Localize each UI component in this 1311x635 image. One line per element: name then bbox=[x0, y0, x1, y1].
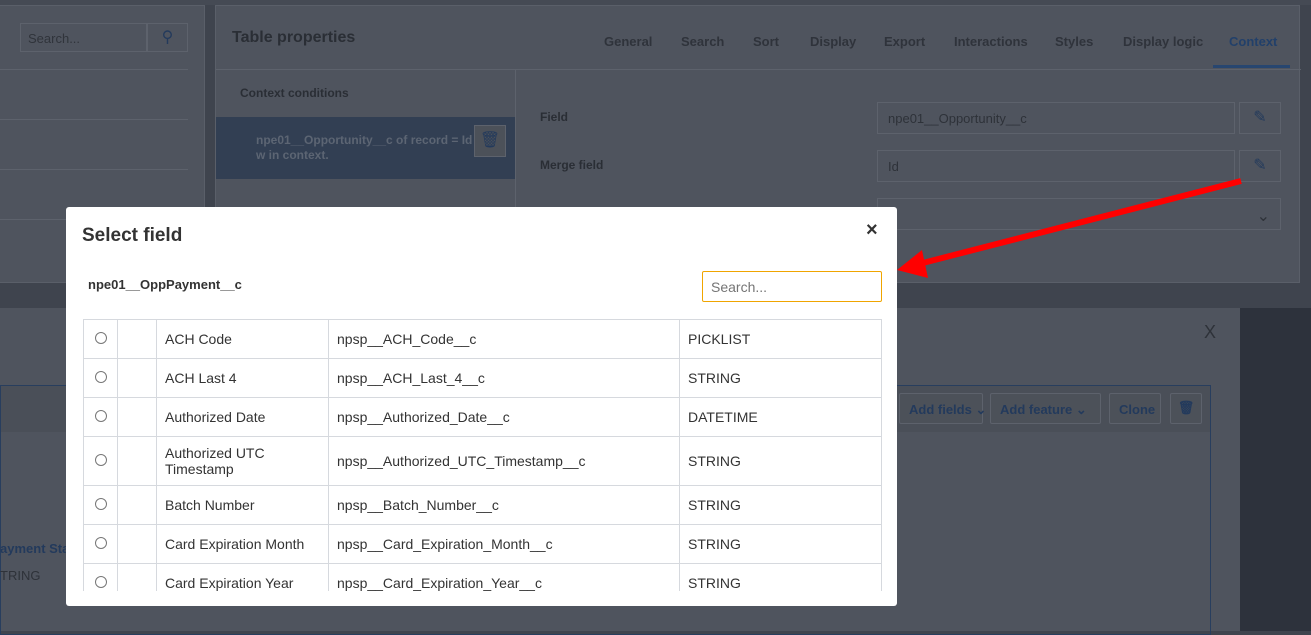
table-row[interactable]: Authorized UTC Timestamp npsp__Authorize… bbox=[83, 436, 882, 486]
column-label: ayment Sta bbox=[0, 541, 70, 556]
field-api-cell: npsp__ACH_Last_4__c bbox=[328, 358, 680, 398]
merge-field-label: Merge field bbox=[540, 158, 604, 172]
trash-icon[interactable]: 🗑 bbox=[474, 125, 506, 157]
empty-cell bbox=[117, 319, 157, 359]
tab-styles[interactable]: Styles bbox=[1055, 34, 1093, 49]
radio-button[interactable] bbox=[94, 454, 107, 466]
context-condition-item[interactable]: npe01__Opportunity__c of record = Id w i… bbox=[216, 117, 515, 179]
radio-button[interactable] bbox=[94, 576, 107, 588]
table-row[interactable]: Card Expiration Month npsp__Card_Expirat… bbox=[83, 524, 882, 564]
close-editor-button[interactable]: X bbox=[1204, 322, 1216, 343]
empty-cell bbox=[117, 436, 157, 486]
divider bbox=[0, 119, 188, 120]
tab-display-logic[interactable]: Display logic bbox=[1123, 34, 1203, 49]
radio-button[interactable] bbox=[94, 537, 107, 549]
field-label-cell: ACH Last 4 bbox=[156, 358, 329, 398]
add-feature-button[interactable]: Add feature ⌄ bbox=[990, 393, 1101, 424]
empty-cell bbox=[117, 397, 157, 437]
field-type-cell: STRING bbox=[679, 485, 882, 525]
field-type-cell: STRING bbox=[679, 358, 882, 398]
tab-interactions[interactable]: Interactions bbox=[954, 34, 1028, 49]
select-cell[interactable] bbox=[83, 485, 118, 525]
select-cell[interactable] bbox=[83, 436, 118, 486]
condition-text: npe01__Opportunity__c of record = Id w i… bbox=[256, 133, 473, 162]
empty-cell bbox=[117, 524, 157, 564]
close-icon[interactable]: × bbox=[866, 219, 878, 242]
field-api-cell: npsp__Authorized_UTC_Timestamp__c bbox=[328, 436, 680, 486]
column-type: TRING bbox=[0, 568, 41, 583]
select-cell[interactable] bbox=[83, 358, 118, 398]
radio-button[interactable] bbox=[94, 371, 107, 383]
active-tab-indicator bbox=[1213, 65, 1290, 68]
tab-general[interactable]: General bbox=[604, 34, 652, 49]
select-field-modal: Select field × npe01__OppPayment__c ACH … bbox=[66, 207, 897, 606]
field-type-cell: STRING bbox=[679, 563, 882, 591]
field-api-cell: npsp__ACH_Code__c bbox=[328, 319, 680, 359]
tab-sort[interactable]: Sort bbox=[753, 34, 779, 49]
select-cell[interactable] bbox=[83, 319, 118, 359]
search-icon[interactable]: ⚲ bbox=[147, 23, 188, 52]
field-label-cell: Batch Number bbox=[156, 485, 329, 525]
empty-cell bbox=[117, 485, 157, 525]
field-input[interactable]: npe01__Opportunity__c bbox=[877, 102, 1235, 134]
field-type-cell: STRING bbox=[679, 524, 882, 564]
field-label-cell: ACH Code bbox=[156, 319, 329, 359]
radio-button[interactable] bbox=[94, 410, 107, 422]
field-label: Field bbox=[540, 110, 569, 124]
table-row[interactable]: Batch Number npsp__Batch_Number__c STRIN… bbox=[83, 485, 882, 525]
field-label-cell: Authorized Date bbox=[156, 397, 329, 437]
fields-table: ACH Code npsp__ACH_Code__c PICKLIST ACH … bbox=[83, 319, 882, 591]
tab-context[interactable]: Context bbox=[1229, 34, 1277, 49]
clone-button[interactable]: Clone bbox=[1109, 393, 1161, 424]
divider bbox=[0, 69, 188, 70]
page-title: Table properties bbox=[232, 29, 356, 46]
context-conditions-label: Context conditions bbox=[240, 86, 349, 100]
field-api-cell: npsp__Authorized_Date__c bbox=[328, 397, 680, 437]
table-row[interactable]: Authorized Date npsp__Authorized_Date__c… bbox=[83, 397, 882, 437]
field-type-cell: STRING bbox=[679, 436, 882, 486]
radio-button[interactable] bbox=[94, 498, 107, 510]
add-fields-button[interactable]: Add fields ⌄ bbox=[899, 393, 986, 424]
modal-title: Select field bbox=[82, 225, 183, 246]
field-api-cell: npsp__Card_Expiration_Month__c bbox=[328, 524, 680, 564]
fields-table-container[interactable]: ACH Code npsp__ACH_Code__c PICKLIST ACH … bbox=[83, 319, 882, 591]
trash-icon[interactable]: 🗑 bbox=[1170, 393, 1202, 424]
merge-field-input[interactable]: Id bbox=[877, 150, 1235, 182]
select-cell[interactable] bbox=[83, 524, 118, 564]
object-name: npe01__OppPayment__c bbox=[88, 277, 242, 292]
field-type-cell: DATETIME bbox=[679, 397, 882, 437]
divider bbox=[216, 69, 1301, 70]
tab-search[interactable]: Search bbox=[681, 34, 724, 49]
field-api-cell: npsp__Batch_Number__c bbox=[328, 485, 680, 525]
empty-cell bbox=[117, 358, 157, 398]
operator-select[interactable]: ⌄ bbox=[877, 198, 1281, 230]
field-label-cell: Card Expiration Year bbox=[156, 563, 329, 591]
table-row[interactable]: Card Expiration Year npsp__Card_Expirati… bbox=[83, 563, 882, 591]
tab-export[interactable]: Export bbox=[884, 34, 925, 49]
radio-button[interactable] bbox=[94, 332, 107, 344]
field-label-cell: Card Expiration Month bbox=[156, 524, 329, 564]
dark-sidebar bbox=[1240, 308, 1311, 631]
select-cell[interactable] bbox=[83, 563, 118, 591]
field-api-cell: npsp__Card_Expiration_Year__c bbox=[328, 563, 680, 591]
table-row[interactable]: ACH Last 4 npsp__ACH_Last_4__c STRING bbox=[83, 358, 882, 398]
edit-merge-field-icon[interactable]: ✎ bbox=[1239, 150, 1281, 182]
left-search-input[interactable]: Search... bbox=[20, 23, 147, 52]
field-type-cell: PICKLIST bbox=[679, 319, 882, 359]
table-row[interactable]: ACH Code npsp__ACH_Code__c PICKLIST bbox=[83, 319, 882, 359]
field-label-cell: Authorized UTC Timestamp bbox=[156, 436, 329, 486]
field-search-input[interactable] bbox=[702, 271, 882, 302]
empty-cell bbox=[117, 563, 157, 591]
divider bbox=[0, 169, 188, 170]
edit-field-icon[interactable]: ✎ bbox=[1239, 102, 1281, 134]
tab-display[interactable]: Display bbox=[810, 34, 856, 49]
select-cell[interactable] bbox=[83, 397, 118, 437]
